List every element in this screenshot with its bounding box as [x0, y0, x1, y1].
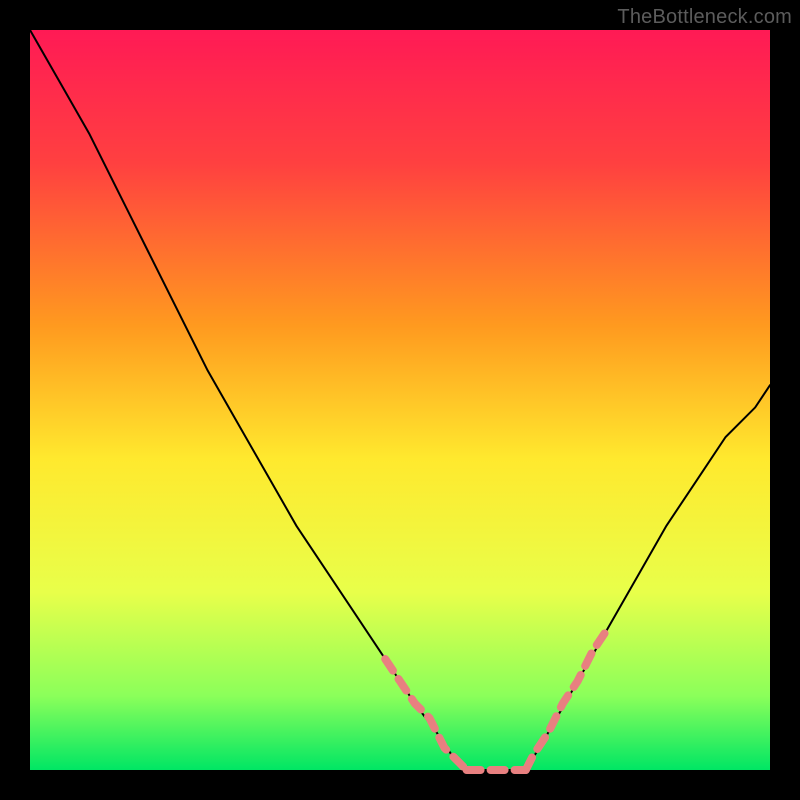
chart-svg-overlay [30, 30, 770, 770]
series-right-curve [526, 385, 770, 770]
outer-frame: TheBottleneck.com [0, 0, 800, 800]
series-left-curve [30, 30, 467, 770]
watermark-label: TheBottleneck.com [617, 6, 792, 29]
dotted-left-descent [385, 659, 466, 770]
